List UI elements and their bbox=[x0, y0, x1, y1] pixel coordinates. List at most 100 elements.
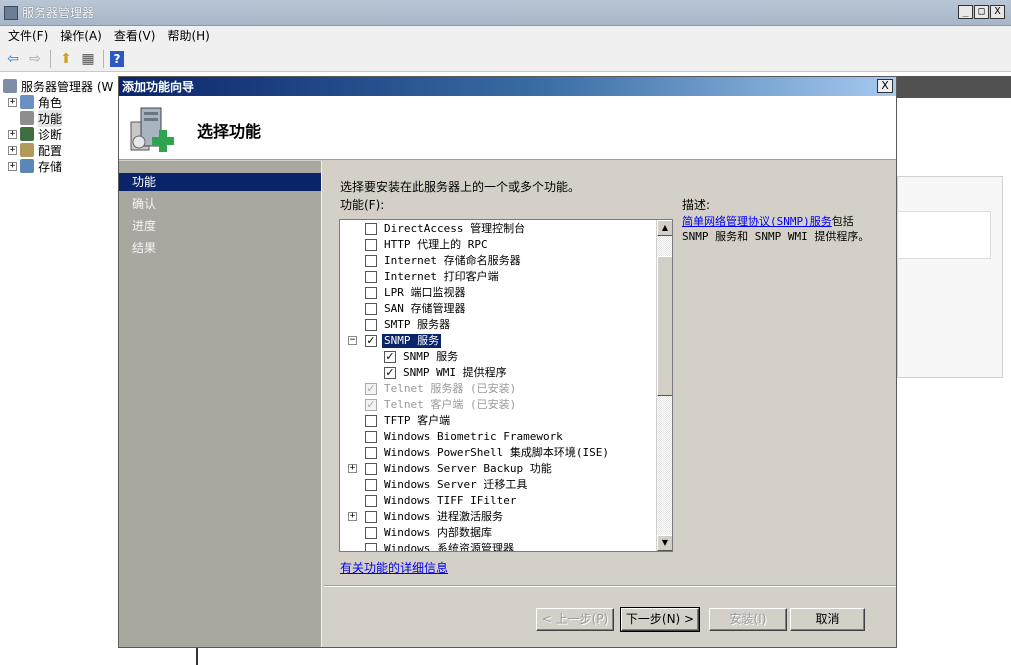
tree-item-features[interactable]: 功能 bbox=[20, 109, 63, 127]
dialog-title: 添加功能向导 bbox=[122, 80, 195, 94]
feature-checkbox[interactable] bbox=[365, 447, 377, 459]
more-info-link[interactable]: 有关功能的详细信息 bbox=[340, 559, 448, 576]
feature-checkbox[interactable]: ✓ bbox=[384, 367, 396, 379]
feature-row[interactable]: + Windows Server Backup 功能 bbox=[340, 461, 656, 477]
feature-row[interactable]: DirectAccess 管理控制台 bbox=[340, 221, 656, 237]
description-link[interactable]: 简单网络管理协议(SNMP)服务 bbox=[682, 215, 832, 228]
expand-icon[interactable]: + bbox=[8, 97, 17, 107]
feature-checkbox[interactable] bbox=[365, 223, 377, 235]
feature-checkbox[interactable] bbox=[365, 271, 377, 283]
feature-checkbox[interactable]: ✓ bbox=[365, 335, 377, 347]
feature-checkbox[interactable] bbox=[365, 463, 377, 475]
scroll-down-arrow-icon[interactable]: ▼ bbox=[657, 535, 672, 551]
install-button[interactable]: 安装(I) bbox=[709, 608, 787, 631]
menu-action[interactable]: 操作(A) bbox=[54, 26, 108, 46]
expand-icon[interactable]: + bbox=[348, 512, 357, 521]
button-separator bbox=[324, 585, 896, 587]
feature-row[interactable]: Internet 存储命名服务器 bbox=[340, 253, 656, 269]
dialog-title-bar[interactable]: 添加功能向导 X bbox=[119, 77, 896, 96]
feature-checkbox[interactable] bbox=[365, 479, 377, 491]
tree-item-roles[interactable]: + 角色 bbox=[8, 94, 62, 110]
feature-row[interactable]: LPR 端口监视器 bbox=[340, 285, 656, 301]
tree-root[interactable]: 服务器管理器 (W bbox=[3, 78, 113, 94]
feature-row[interactable]: SMTP 服务器 bbox=[340, 317, 656, 333]
window-controls: _ □ X bbox=[958, 5, 1005, 19]
next-button[interactable]: 下一步(N) > bbox=[620, 607, 700, 632]
up-folder-icon[interactable]: ⬆ bbox=[57, 50, 75, 68]
feature-row[interactable]: Internet 打印客户端 bbox=[340, 269, 656, 285]
feature-row[interactable]: + Windows 进程激活服务 bbox=[340, 509, 656, 525]
feature-label: Internet 打印客户端 bbox=[384, 270, 499, 283]
features-list[interactable]: Windows 系统资源管理器 Windows 内部数据库 + Windows 进程激… bbox=[339, 219, 673, 552]
feature-row[interactable]: SAN 存储管理器 bbox=[340, 301, 656, 317]
feature-row[interactable]: Windows Biometric Framework bbox=[340, 429, 656, 445]
feature-row[interactable]: Windows 系统资源管理器 bbox=[340, 541, 656, 551]
dialog-close-button[interactable]: X bbox=[877, 79, 893, 93]
feature-label: Windows 内部数据库 bbox=[384, 526, 492, 539]
feature-checkbox[interactable] bbox=[365, 303, 377, 315]
feature-checkbox[interactable] bbox=[365, 527, 377, 539]
feature-label: Internet 存储命名服务器 bbox=[384, 254, 521, 267]
feature-checkbox[interactable] bbox=[365, 239, 377, 251]
menu-file[interactable]: 文件(F) bbox=[2, 26, 54, 46]
feature-label: Windows PowerShell 集成脚本环境(ISE) bbox=[384, 446, 609, 459]
features-label: 功能(F): bbox=[340, 198, 385, 212]
menu-help[interactable]: 帮助(H) bbox=[161, 26, 215, 46]
feature-row[interactable]: ✓ SNMP WMI 提供程序 bbox=[340, 365, 656, 381]
expand-icon[interactable]: + bbox=[8, 145, 17, 155]
server-icon bbox=[3, 79, 17, 93]
menu-view[interactable]: 查看(V) bbox=[108, 26, 162, 46]
feature-row[interactable]: HTTP 代理上的 RPC bbox=[340, 237, 656, 253]
tree-item-storage[interactable]: + 存储 bbox=[8, 158, 62, 174]
step-features[interactable]: 功能 bbox=[119, 173, 321, 191]
help-icon[interactable]: ? bbox=[110, 50, 124, 67]
dialog-header: 选择功能 bbox=[119, 96, 896, 160]
scroll-thumb[interactable] bbox=[657, 256, 672, 396]
feature-checkbox[interactable] bbox=[365, 287, 377, 299]
feature-checkbox[interactable] bbox=[365, 255, 377, 267]
minimize-button[interactable]: _ bbox=[958, 5, 973, 19]
feature-label: Windows TIFF IFilter bbox=[384, 494, 517, 507]
tree-item-label: 配置 bbox=[38, 143, 63, 158]
feature-row[interactable]: Windows Server 迁移工具 bbox=[340, 477, 656, 493]
feature-checkbox[interactable] bbox=[365, 543, 377, 551]
features-scrollbar[interactable]: ▲ ▼ bbox=[656, 220, 672, 551]
feature-row[interactable]: − ✓ SNMP 服务 bbox=[340, 333, 656, 349]
feature-checkbox[interactable]: ✓ bbox=[384, 351, 396, 363]
feature-row[interactable]: ✓ Telnet 服务器 (已安装) bbox=[340, 381, 656, 397]
diagnostics-icon bbox=[20, 127, 34, 141]
feature-checkbox[interactable] bbox=[365, 511, 377, 523]
feature-label: HTTP 代理上的 RPC bbox=[384, 238, 488, 251]
feature-row[interactable]: Windows 内部数据库 bbox=[340, 525, 656, 541]
back-arrow-icon[interactable]: ⇦ bbox=[4, 50, 22, 68]
feature-label: Telnet 客户端 (已安装) bbox=[384, 398, 517, 411]
feature-checkbox[interactable] bbox=[365, 431, 377, 443]
tree-item-diagnostics[interactable]: + 诊断 bbox=[8, 126, 62, 142]
feature-label: SNMP 服务 bbox=[403, 350, 459, 363]
toolbar-separator bbox=[50, 49, 51, 68]
collapse-icon[interactable]: − bbox=[348, 336, 357, 345]
feature-label: LPR 端口监视器 bbox=[384, 286, 466, 299]
expand-icon[interactable]: + bbox=[8, 161, 17, 171]
feature-row[interactable]: TFTP 客户端 bbox=[340, 413, 656, 429]
cancel-button[interactable]: 取消 bbox=[790, 608, 865, 631]
feature-checkbox[interactable] bbox=[365, 415, 377, 427]
expand-icon[interactable]: + bbox=[8, 129, 17, 139]
forward-arrow-icon[interactable]: ⇨ bbox=[26, 50, 44, 68]
feature-checkbox[interactable] bbox=[365, 319, 377, 331]
maximize-button[interactable]: □ bbox=[974, 5, 989, 19]
feature-checkbox[interactable] bbox=[365, 495, 377, 507]
feature-row[interactable]: ✓ SNMP 服务 bbox=[340, 349, 656, 365]
tree-item-configuration[interactable]: + 配置 bbox=[8, 142, 62, 158]
feature-label: Windows Biometric Framework bbox=[384, 430, 563, 443]
show-hide-tree-icon[interactable]: ▦ bbox=[79, 50, 97, 68]
scroll-up-arrow-icon[interactable]: ▲ bbox=[657, 220, 672, 236]
feature-row[interactable]: Windows PowerShell 集成脚本环境(ISE) bbox=[340, 445, 656, 461]
previous-button[interactable]: < 上一步(P) bbox=[536, 608, 614, 631]
close-button[interactable]: X bbox=[990, 5, 1005, 19]
feature-row[interactable]: ✓ Telnet 客户端 (已安装) bbox=[340, 397, 656, 413]
feature-label: Windows 进程激活服务 bbox=[384, 510, 503, 523]
features-icon bbox=[20, 111, 34, 125]
expand-icon[interactable]: + bbox=[348, 464, 357, 473]
feature-row[interactable]: Windows TIFF IFilter bbox=[340, 493, 656, 509]
